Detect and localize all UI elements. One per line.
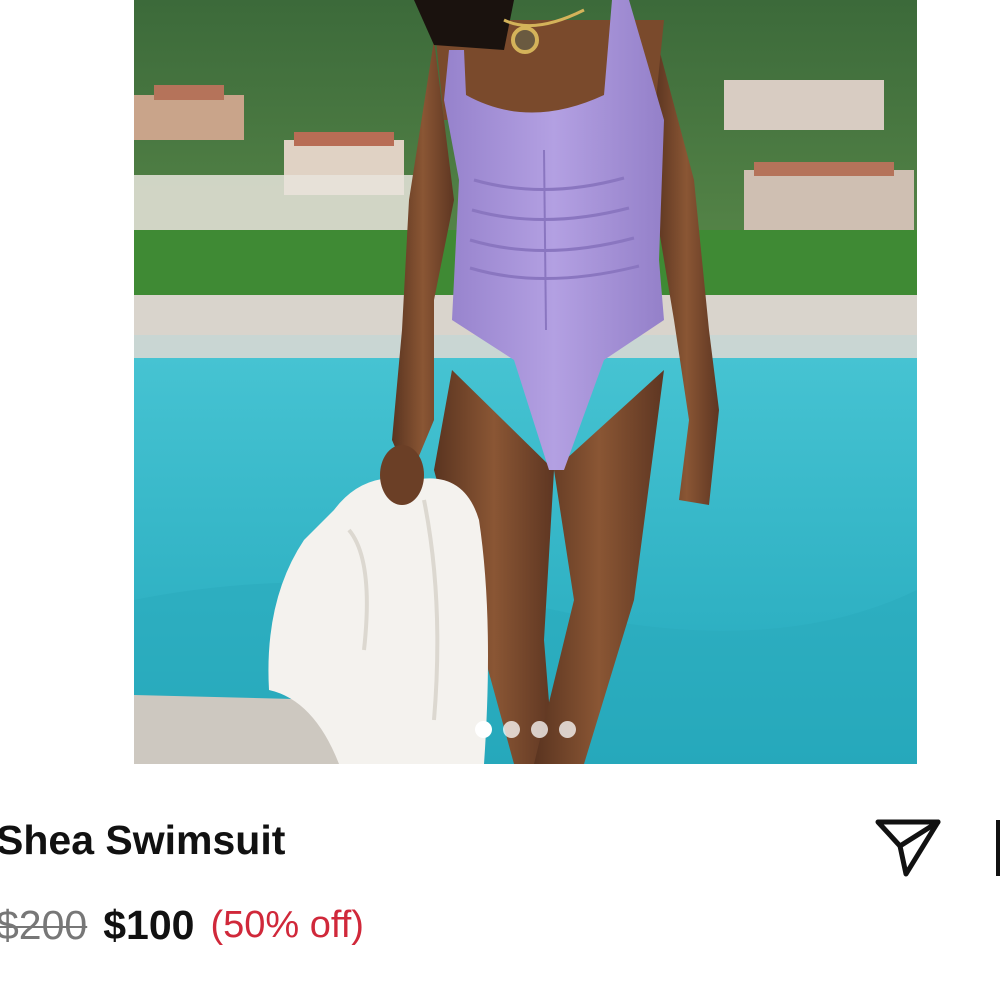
bookmark-button[interactable] — [994, 820, 1000, 876]
product-image-carousel[interactable] — [134, 0, 917, 764]
paper-plane-share-icon — [875, 819, 941, 877]
carousel-dot[interactable] — [503, 720, 520, 738]
price-row: $200 $100 (50% off) — [0, 895, 364, 955]
product-page: Shea Swimsuit $200 $100 (50% off) — [0, 0, 1000, 1000]
carousel-dot[interactable] — [475, 720, 492, 738]
carousel-pagination — [134, 719, 917, 739]
carousel-dot[interactable] — [531, 720, 548, 738]
carousel-dot[interactable] — [559, 720, 576, 738]
discount-label: (50% off) — [210, 903, 364, 946]
product-title: Shea Swimsuit — [0, 817, 286, 863]
bookmark-icon — [996, 820, 1000, 876]
sale-price: $100 — [103, 901, 195, 948]
original-price: $200 — [0, 901, 88, 948]
product-photo — [134, 0, 917, 764]
share-button[interactable] — [872, 816, 944, 880]
